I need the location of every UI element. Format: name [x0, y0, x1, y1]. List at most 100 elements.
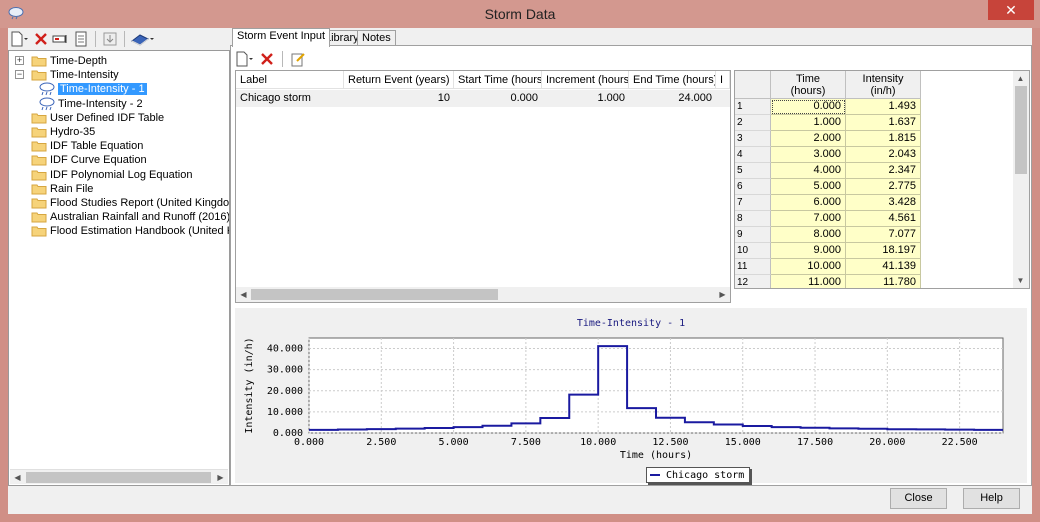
column-header-label[interactable]: Label [236, 71, 344, 89]
delete-event-button[interactable] [258, 49, 276, 69]
close-button[interactable]: Close [890, 488, 947, 509]
scroll-right-icon[interactable]: ▶ [213, 470, 228, 485]
scrollbar-thumb[interactable] [1015, 86, 1027, 174]
tree-item[interactable]: IDF Table Equation [31, 139, 143, 153]
time-cell[interactable]: 4.000 [771, 163, 846, 179]
intensity-cell[interactable]: 11.780 [846, 275, 921, 288]
scroll-right-icon[interactable]: ▶ [715, 287, 730, 302]
rename-button[interactable] [52, 29, 70, 49]
collapse-icon[interactable]: − [15, 70, 24, 80]
grid-vertical-scrollbar[interactable]: ▲ ▼ [1013, 71, 1029, 288]
window-close-button[interactable]: ✕ [988, 0, 1034, 20]
tab-storm-event-input[interactable]: Storm Event Input [232, 28, 331, 47]
time-cell[interactable]: 0.000 [771, 99, 846, 115]
event-label-cell[interactable]: Chicago storm [236, 90, 344, 107]
time-cell[interactable]: 1.000 [771, 115, 846, 131]
tree-item[interactable]: Flood Estimation Handbook (United Kingdo [31, 224, 229, 238]
report-button[interactable] [72, 29, 90, 49]
scroll-left-icon[interactable]: ◀ [236, 287, 251, 302]
intensity-cell[interactable]: 2.043 [846, 147, 921, 163]
row-index[interactable]: 6 [735, 179, 771, 195]
tree-horizontal-scrollbar[interactable]: ◀ ▶ [10, 469, 228, 484]
intensity-cell[interactable]: 3.428 [846, 195, 921, 211]
intensity-cell[interactable]: 1.493 [846, 99, 921, 115]
row-index[interactable]: 4 [735, 147, 771, 163]
intensity-cell[interactable]: 18.197 [846, 243, 921, 259]
time-cell[interactable]: 2.000 [771, 131, 846, 147]
tree-item[interactable]: Rain File [31, 182, 93, 196]
scroll-down-icon[interactable]: ▼ [1013, 273, 1028, 288]
column-header-increment[interactable]: Increment (hours) [542, 71, 629, 89]
time-cell[interactable]: 3.000 [771, 147, 846, 163]
storm-tree[interactable]: + Time-Depth − Time-Intensity Time-Intensity… [8, 50, 230, 486]
intensity-cell[interactable]: 41.139 [846, 259, 921, 275]
scroll-left-icon[interactable]: ◀ [10, 470, 25, 485]
time-column-header[interactable]: Time (hours) [771, 71, 846, 99]
delete-button[interactable] [32, 29, 50, 49]
truncated-cell[interactable] [716, 90, 730, 107]
row-index[interactable]: 8 [735, 211, 771, 227]
x-axis-label: Time (hours) [620, 450, 692, 461]
row-index[interactable]: 3 [735, 131, 771, 147]
tree-item-label: Flood Estimation Handbook (United Kingdo [50, 225, 229, 238]
import-button[interactable] [101, 29, 119, 49]
library-button[interactable] [130, 29, 156, 49]
row-index[interactable]: 7 [735, 195, 771, 211]
row-index[interactable]: 10 [735, 243, 771, 259]
table-row: 12 11.000 11.780 [735, 275, 921, 288]
tree-item[interactable]: Australian Rainfall and Runoff (2016) [31, 210, 229, 224]
tree-item[interactable]: Flood Studies Report (United Kingdom) [31, 196, 229, 210]
intensity-cell[interactable]: 1.815 [846, 131, 921, 147]
time-cell[interactable]: 9.000 [771, 243, 846, 259]
scrollbar-thumb[interactable] [26, 472, 211, 483]
tree-item[interactable]: Hydro-35 [31, 125, 95, 139]
column-header-truncated[interactable]: I [716, 71, 730, 89]
tab-notes[interactable]: Notes [357, 30, 396, 46]
intensity-cell[interactable]: 2.775 [846, 179, 921, 195]
tree-item[interactable]: User Defined IDF Table [31, 111, 164, 125]
library-book-icon [131, 34, 154, 46]
scrollbar-thumb[interactable] [251, 289, 498, 300]
tree-item[interactable]: IDF Curve Equation [31, 153, 147, 167]
events-horizontal-scrollbar[interactable]: ◀ ▶ [236, 287, 730, 302]
return-event-cell[interactable]: 10 [344, 90, 454, 107]
row-index[interactable]: 9 [735, 227, 771, 243]
time-cell[interactable]: 10.000 [771, 259, 846, 275]
tree-item[interactable]: Time-Intensity - 2 [39, 97, 143, 111]
column-header-return-event[interactable]: Return Event (years) [344, 71, 454, 89]
increment-cell[interactable]: 1.000 [542, 90, 629, 107]
row-index[interactable]: 12 [735, 275, 771, 288]
intensity-cell[interactable]: 4.561 [846, 211, 921, 227]
intensity-column-header[interactable]: Intensity (in/h) [846, 71, 921, 99]
tree-item-label: Rain File [50, 182, 94, 195]
expand-icon[interactable]: + [15, 56, 24, 65]
column-header-end-time[interactable]: End Time (hours) [629, 71, 716, 89]
row-index[interactable]: 11 [735, 259, 771, 275]
start-time-cell[interactable]: 0.000 [454, 90, 542, 107]
report-icon [75, 31, 87, 47]
end-time-cell[interactable]: 24.000 [629, 90, 716, 107]
tree-item[interactable]: − Time-Intensity [15, 68, 119, 82]
tree-item[interactable]: IDF Polynomial Log Equation [31, 168, 192, 182]
new-document-button[interactable] [10, 29, 30, 49]
time-cell[interactable]: 5.000 [771, 179, 846, 195]
intensity-cell[interactable]: 2.347 [846, 163, 921, 179]
add-event-button[interactable] [235, 49, 255, 69]
time-cell[interactable]: 8.000 [771, 227, 846, 243]
intensity-cell[interactable]: 7.077 [846, 227, 921, 243]
table-row[interactable]: Chicago storm 10 0.000 1.000 24.000 [236, 90, 730, 107]
time-cell[interactable]: 6.000 [771, 195, 846, 211]
tree-item[interactable]: + Time-Depth [15, 54, 107, 68]
title-bar[interactable]: Storm Data ✕ [0, 0, 1040, 28]
column-header-start-time[interactable]: Start Time (hours) [454, 71, 542, 89]
time-cell[interactable]: 11.000 [771, 275, 846, 288]
row-index[interactable]: 2 [735, 115, 771, 131]
scroll-up-icon[interactable]: ▲ [1013, 71, 1028, 86]
tree-item[interactable]: Time-Intensity - 1 [39, 82, 148, 97]
edit-event-button[interactable] [289, 49, 307, 69]
row-index[interactable]: 1 [735, 99, 771, 115]
help-button[interactable]: Help [963, 488, 1020, 509]
time-cell[interactable]: 7.000 [771, 211, 846, 227]
intensity-cell[interactable]: 1.637 [846, 115, 921, 131]
row-index[interactable]: 5 [735, 163, 771, 179]
